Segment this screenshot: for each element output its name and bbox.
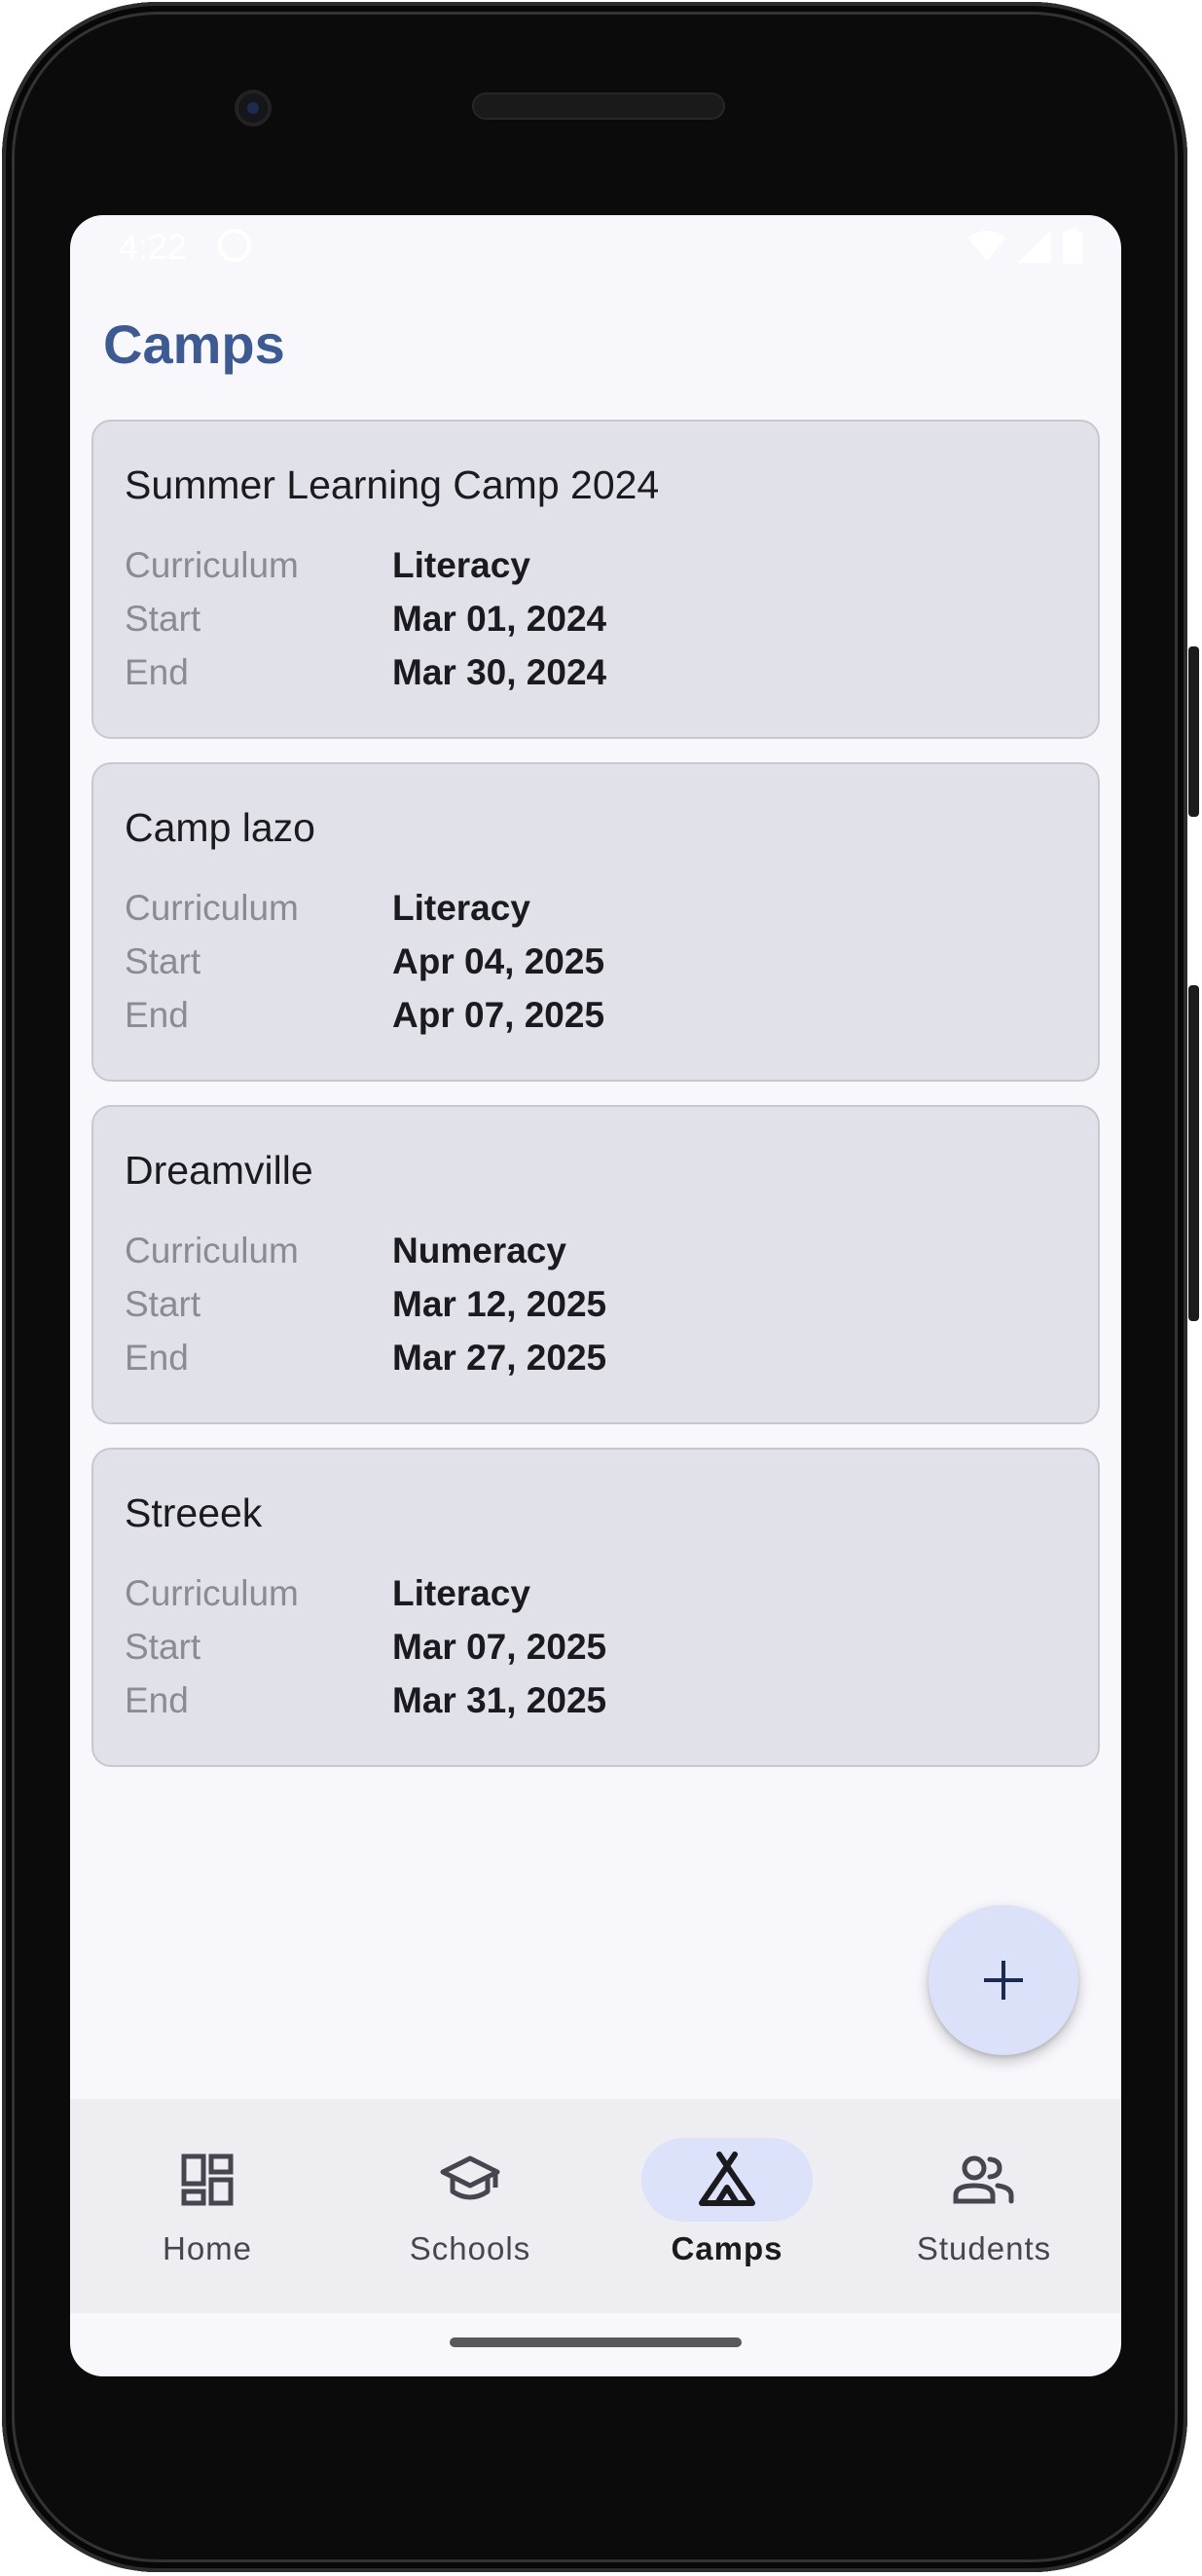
tent-icon — [699, 2152, 755, 2206]
end-row: End Apr 07, 2025 — [125, 988, 1067, 1042]
end-label: End — [125, 1680, 189, 1720]
end-date: Mar 27, 2025 — [392, 1338, 607, 1378]
camp-card[interactable]: Camp lazo Curriculum Literacy Start Apr … — [91, 762, 1100, 1082]
camp-name: Camp lazo — [125, 805, 315, 850]
home-indicator[interactable] — [450, 2337, 742, 2347]
start-label: Start — [125, 1284, 201, 1324]
nav-icon-container — [898, 2138, 1070, 2222]
curriculum-label: Curriculum — [125, 888, 299, 928]
camp-name: Summer Learning Camp 2024 — [125, 462, 660, 507]
bottom-navigation: Home Schools Camps Students — [70, 2099, 1121, 2313]
camp-card[interactable]: Dreamville Curriculum Numeracy Start Mar… — [91, 1105, 1100, 1424]
start-row: Start Mar 07, 2025 — [125, 1620, 1067, 1674]
end-date: Apr 07, 2025 — [392, 995, 605, 1035]
camp-name: Streeek — [125, 1490, 263, 1535]
nav-label: Home — [162, 2230, 253, 2266]
start-label: Start — [125, 941, 201, 981]
volume-button — [1188, 985, 1199, 1321]
nav-item-schools[interactable]: Schools — [339, 2099, 601, 2313]
power-button — [1188, 646, 1199, 817]
battery-icon — [1063, 229, 1082, 264]
nav-item-home[interactable]: Home — [76, 2099, 339, 2313]
front-camera — [235, 90, 272, 127]
end-date: Mar 31, 2025 — [392, 1680, 607, 1720]
nav-item-students[interactable]: Students — [853, 2099, 1115, 2313]
start-date: Mar 12, 2025 — [392, 1284, 607, 1324]
curriculum-row: Curriculum Literacy — [125, 1566, 1067, 1620]
nav-item-camps[interactable]: Camps — [596, 2099, 858, 2313]
end-row: End Mar 27, 2025 — [125, 1331, 1067, 1384]
nav-label: Camps — [671, 2230, 783, 2266]
curriculum-value: Literacy — [392, 545, 530, 585]
status-icons — [967, 229, 1082, 264]
curriculum-value: Literacy — [392, 1573, 530, 1613]
page-title: Camps — [103, 313, 285, 375]
people-icon — [953, 2155, 1014, 2204]
school-icon — [440, 2155, 500, 2200]
nav-label: Students — [916, 2230, 1052, 2266]
status-time: 4:22 — [119, 227, 188, 267]
curriculum-row: Curriculum Numeracy — [125, 1224, 1067, 1277]
end-label: End — [125, 995, 189, 1035]
nav-icon-container — [384, 2138, 556, 2222]
status-bar: 4:22 — [70, 215, 1121, 283]
nav-icon-container — [641, 2138, 813, 2222]
camp-card[interactable]: Streeek Curriculum Literacy Start Mar 07… — [91, 1448, 1100, 1767]
earpiece-speaker — [472, 92, 725, 120]
curriculum-value: Literacy — [392, 888, 530, 928]
add-camp-button[interactable] — [929, 1905, 1078, 2055]
phone-frame: 4:22 Camps Summer Learning Camp 2024 Cur… — [2, 2, 1199, 2572]
start-date: Apr 04, 2025 — [392, 941, 605, 981]
curriculum-value: Numeracy — [392, 1231, 566, 1270]
nav-icon-container — [122, 2138, 293, 2222]
end-label: End — [125, 652, 189, 692]
camp-name: Dreamville — [125, 1148, 313, 1193]
nav-label: Schools — [409, 2230, 531, 2266]
curriculum-label: Curriculum — [125, 545, 299, 585]
start-label: Start — [125, 599, 201, 639]
curriculum-row: Curriculum Literacy — [125, 538, 1067, 592]
wifi-icon — [967, 231, 1006, 261]
start-row: Start Apr 04, 2025 — [125, 935, 1067, 988]
curriculum-row: Curriculum Literacy — [125, 881, 1067, 935]
dashboard-icon — [181, 2153, 234, 2206]
app-notification-icon — [218, 229, 251, 262]
end-label: End — [125, 1338, 189, 1378]
app-screen: 4:22 Camps Summer Learning Camp 2024 Cur… — [70, 215, 1121, 2376]
start-row: Start Mar 01, 2024 — [125, 592, 1067, 645]
plus-icon — [984, 1961, 1023, 2000]
start-row: Start Mar 12, 2025 — [125, 1277, 1067, 1331]
camp-list: Summer Learning Camp 2024 Curriculum Lit… — [91, 420, 1100, 1790]
end-row: End Mar 31, 2025 — [125, 1674, 1067, 1727]
start-date: Mar 07, 2025 — [392, 1627, 607, 1667]
curriculum-label: Curriculum — [125, 1573, 299, 1613]
curriculum-label: Curriculum — [125, 1231, 299, 1270]
end-row: End Mar 30, 2024 — [125, 645, 1067, 699]
cellular-signal-icon — [1018, 230, 1051, 263]
start-label: Start — [125, 1627, 201, 1667]
camp-card[interactable]: Summer Learning Camp 2024 Curriculum Lit… — [91, 420, 1100, 739]
start-date: Mar 01, 2024 — [392, 599, 607, 639]
end-date: Mar 30, 2024 — [392, 652, 607, 692]
